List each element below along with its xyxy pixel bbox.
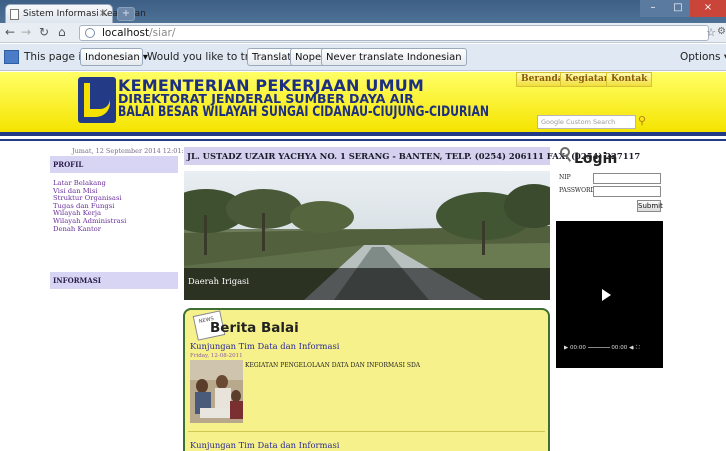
nav-kontak[interactable]: Kontak	[606, 72, 653, 87]
login-panel: Login NIP PASSWORD Submit	[556, 147, 663, 217]
options-menu[interactable]: Options ▾	[680, 51, 726, 63]
news-thumbnail[interactable]	[190, 360, 243, 423]
page-icon	[10, 9, 19, 20]
news-item-summary: KEGIATAN PENGELOLAAN DATA DAN INFORMASI …	[245, 362, 421, 369]
google-brand: Google	[541, 118, 564, 126]
video-progress-bar[interactable]	[587, 347, 610, 348]
translate-bar: This page is in Indonesian ▾ Would you l…	[0, 44, 726, 71]
url-path: /siar/	[149, 27, 176, 39]
forward-icon[interactable]: →	[21, 25, 31, 39]
language-value: Indonesian	[85, 52, 140, 63]
url-host: localhost	[102, 27, 150, 39]
nip-label: NIP	[559, 174, 571, 181]
pu-logo	[78, 77, 116, 123]
search-icon[interactable]: ⚲	[638, 114, 650, 128]
fullscreen-icon[interactable]: ⛶	[636, 345, 640, 351]
never-translate-button[interactable]: Never translate Indonesian	[321, 48, 467, 66]
video-controls[interactable]: ▶ 00:00 00:00 ◀ᵢ ⛶	[564, 345, 656, 354]
profil-menu: Latar Belakang Visi dan Misi Struktur Or…	[53, 179, 126, 234]
reload-icon[interactable]: ↻	[39, 25, 49, 39]
maximize-button[interactable]: □	[666, 0, 690, 17]
bookmark-star-icon[interactable]: ☆	[706, 26, 716, 39]
current-date: Jumat, 12 September 2014 12:01:48	[72, 147, 192, 155]
news-panel: NEWS Berita Balai Kunjungan Tim Data dan…	[183, 308, 550, 451]
close-window-button[interactable]: ×	[690, 0, 726, 17]
video-current-time: 00:00	[569, 345, 586, 351]
minimize-button[interactable]: –	[640, 0, 666, 17]
language-select[interactable]: Indonesian ▾	[80, 48, 148, 66]
org-title-balai: BALAI BESAR WILAYAH SUNGAI CIDANAU-CIUJU…	[118, 104, 490, 120]
window-controls: – □ ×	[640, 0, 726, 17]
browser-toolbar: ← → ↻ ⌂ localhost/siar/ ☆ ⚙	[0, 23, 726, 43]
search-placeholder: Custom Search	[566, 118, 616, 126]
close-tab-icon[interactable]: ×	[99, 8, 107, 19]
photo-caption: Daerah Irigasi	[184, 268, 550, 300]
news-title: Berita Balai	[210, 320, 299, 336]
news-item-date: Friday, 12-08-2011	[190, 353, 243, 359]
nip-field[interactable]	[593, 173, 661, 184]
volume-icon[interactable]: ◀ᵢ	[629, 345, 634, 351]
site-header: KEMENTERIAN PEKERJAAN UMUM DIREKTORAT JE…	[0, 72, 726, 132]
translate-icon	[4, 50, 19, 64]
globe-icon	[85, 28, 95, 38]
play-icon[interactable]	[602, 289, 611, 301]
options-label: Options	[680, 51, 721, 63]
video-player[interactable]: ▶ 00:00 00:00 ◀ᵢ ⛶	[556, 221, 663, 368]
submit-button[interactable]: Submit	[637, 200, 663, 212]
login-title: Login	[574, 151, 618, 167]
news-item-link[interactable]: Kunjungan Tim Data dan Informasi	[190, 440, 339, 450]
password-label: PASSWORD	[559, 187, 596, 194]
browser-titlebar: Sistem Informasi Kearsipan × + – □ ×	[0, 0, 726, 23]
web-page: KEMENTERIAN PEKERJAAN UMUM DIREKTORAT JE…	[0, 72, 726, 451]
play-small-icon[interactable]: ▶	[564, 345, 568, 351]
home-icon[interactable]: ⌂	[58, 25, 66, 39]
informasi-heading: INFORMASI	[50, 272, 178, 289]
news-item-link[interactable]: Kunjungan Tim Data dan Informasi	[190, 341, 339, 351]
password-field[interactable]	[593, 186, 661, 197]
back-icon[interactable]: ←	[5, 25, 15, 39]
new-tab-button[interactable]: +	[117, 7, 135, 21]
browser-tab[interactable]: Sistem Informasi Kearsipan ×	[5, 4, 146, 23]
wrench-icon[interactable]: ⚙	[717, 26, 726, 37]
search-input[interactable]: Google Custom Search	[537, 115, 636, 129]
video-total-time: 00:00	[611, 345, 628, 351]
address-bar[interactable]: localhost/siar/	[79, 25, 709, 41]
sidebar-item-denah-kantor[interactable]: Denah Kantor	[53, 225, 126, 234]
key-icon	[560, 147, 574, 163]
news-divider	[188, 431, 545, 432]
office-address: JL. USTADZ UZAIR YACHYA NO. 1 SERANG - B…	[184, 147, 640, 165]
profil-heading: PROFIL	[50, 156, 178, 173]
